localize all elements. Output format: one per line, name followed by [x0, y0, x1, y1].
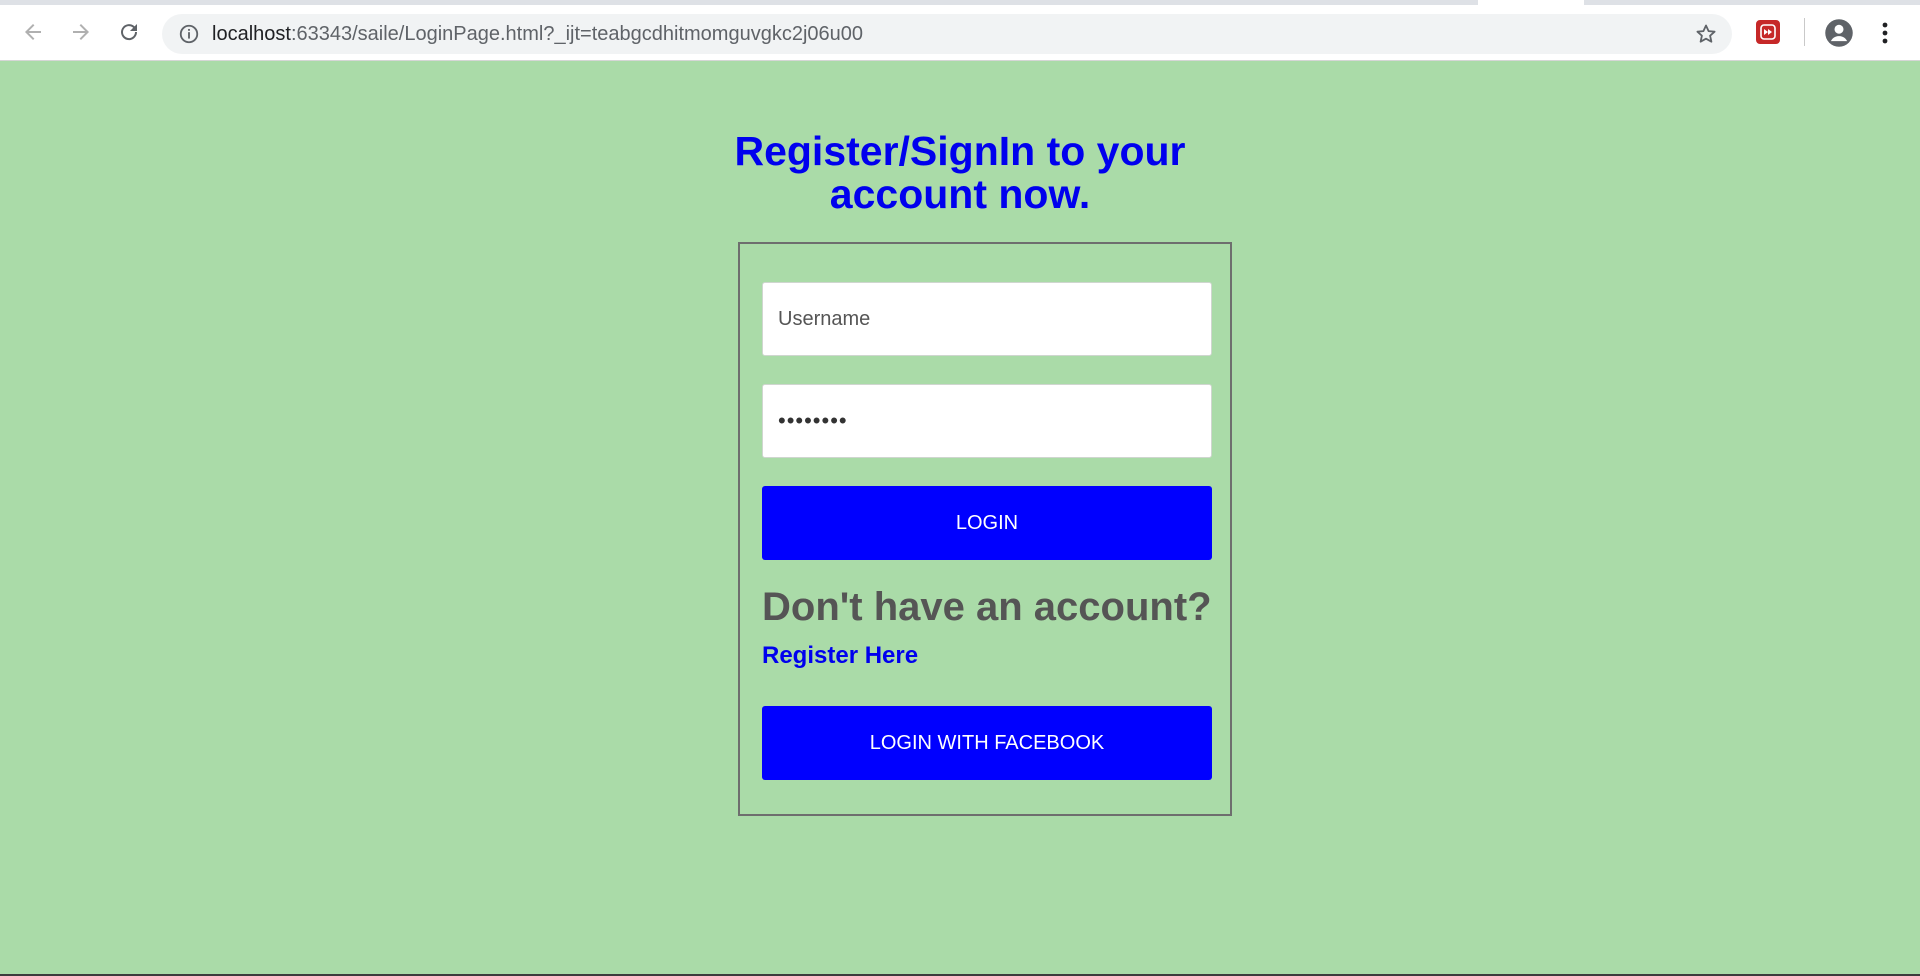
address-bar[interactable]: localhost:63343/saile/LoginPage.html?_ij… — [162, 14, 1732, 54]
profile-icon[interactable] — [1824, 18, 1854, 48]
page-title: Register/SignIn to your account now. — [734, 128, 1186, 217]
url-host: localhost — [212, 23, 291, 45]
login-button[interactable]: LOGIN — [762, 486, 1212, 560]
back-arrow-icon[interactable] — [18, 17, 48, 47]
forward-arrow-icon[interactable] — [66, 17, 96, 47]
register-link[interactable]: Register Here — [762, 642, 918, 669]
login-panel: LOGIN Don't have an account? Register He… — [738, 242, 1232, 816]
facebook-login-button[interactable]: LOGIN WITH FACEBOOK — [762, 706, 1212, 780]
browser-chrome: localhost:63343/saile/LoginPage.html?_ij… — [0, 0, 1920, 61]
url-path: :63343/saile/LoginPage.html?_ijt=teabgcd… — [290, 23, 863, 45]
active-tab[interactable] — [1478, 0, 1584, 5]
reload-icon[interactable] — [114, 17, 144, 47]
tab-strip — [0, 0, 1920, 5]
no-account-text: Don't have an account? — [762, 585, 1212, 629]
info-icon[interactable] — [178, 23, 200, 45]
extension-icon[interactable] — [1756, 20, 1780, 44]
url-text: localhost:63343/saile/LoginPage.html?_ij… — [212, 23, 863, 46]
star-icon[interactable] — [1694, 22, 1718, 46]
no-account-prompt: Don't have an account? Register Here — [762, 586, 1222, 677]
password-input[interactable] — [762, 384, 1212, 458]
username-input[interactable] — [762, 282, 1212, 356]
toolbar-divider — [1804, 18, 1805, 46]
menu-dots-icon[interactable] — [1874, 18, 1896, 48]
